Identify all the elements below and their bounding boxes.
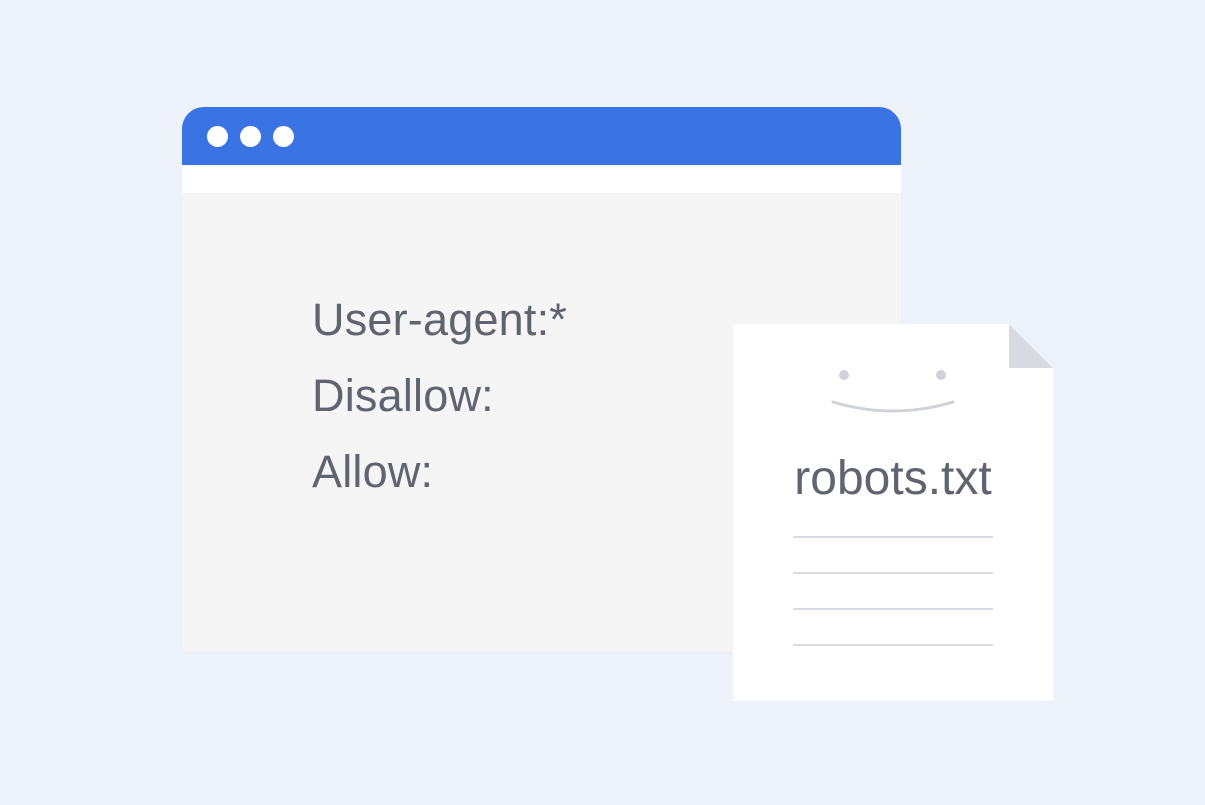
window-control-dot-icon <box>240 126 261 147</box>
file-text-line <box>793 572 993 574</box>
file-name-label: robots.txt <box>794 452 992 505</box>
robots-rules: User-agent:* Disallow: Allow: <box>312 282 567 510</box>
browser-title-bar <box>182 107 901 165</box>
robots-file-document: robots.txt <box>733 324 1053 701</box>
window-control-dot-icon <box>207 126 228 147</box>
smiley-face-icon <box>831 370 955 413</box>
browser-address-strip <box>182 165 901 193</box>
file-text-line <box>793 644 993 646</box>
disallow-line: Disallow: <box>312 370 494 421</box>
window-control-dot-icon <box>273 126 294 147</box>
file-text-line <box>793 536 993 538</box>
file-text-line <box>793 608 993 610</box>
allow-line: Allow: <box>312 446 434 497</box>
user-agent-line: User-agent:* <box>312 294 568 345</box>
